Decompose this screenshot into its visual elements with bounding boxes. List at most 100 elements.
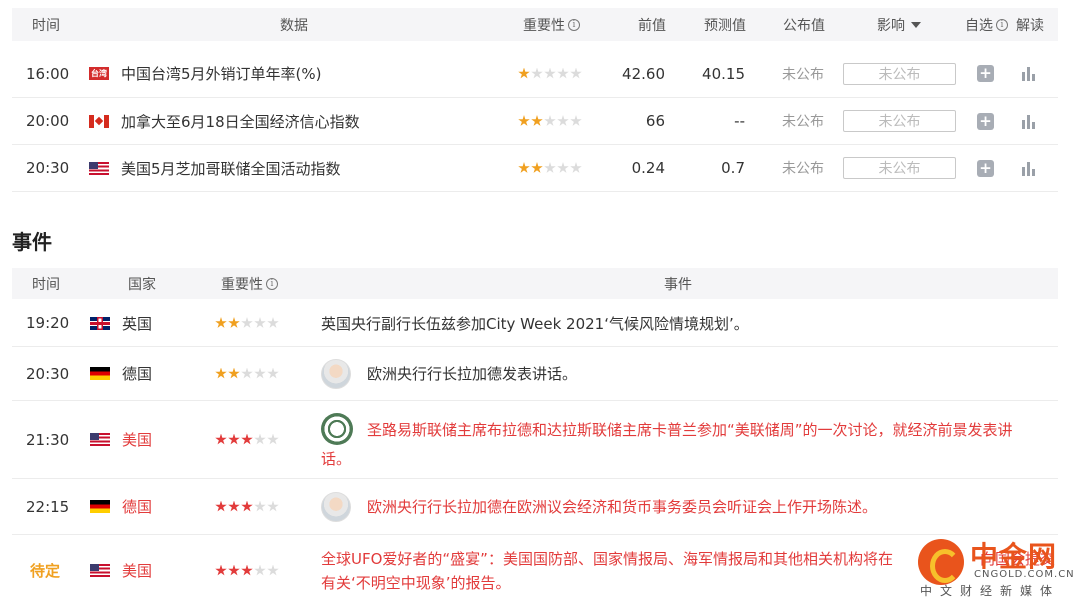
uk-flag-icon — [90, 316, 110, 330]
row-forecast: 0.7 — [721, 159, 745, 177]
importance-stars — [518, 98, 582, 144]
star-rating — [518, 162, 582, 174]
col-importance: 重要性 i — [523, 8, 580, 41]
col-impact[interactable]: 影响 — [877, 8, 921, 41]
row-actual: 未公布 — [782, 66, 824, 83]
star-icon — [531, 67, 543, 79]
event-text-wrap: 欧洲央行行长拉加德发表讲话。 — [321, 347, 577, 400]
bar-chart-icon[interactable] — [1022, 66, 1038, 81]
add-watch-button[interactable]: + — [977, 159, 994, 177]
calendar-row: 16:00 台湾 中国台湾5月外销订单年率(%) 42.60 40.15 未公布… — [12, 50, 1058, 98]
row-country: 美国 — [90, 535, 152, 606]
add-watch-button[interactable]: + — [977, 65, 994, 82]
star-icon — [518, 67, 530, 79]
row-country: 英国 — [90, 300, 152, 346]
importance-stars — [215, 479, 279, 534]
importance-stars — [215, 300, 279, 346]
star-icon — [228, 433, 240, 445]
info-icon[interactable]: i — [996, 18, 1008, 31]
info-icon[interactable]: i — [266, 277, 278, 290]
col-data: 数据 — [280, 17, 308, 34]
star-icon — [254, 317, 266, 328]
row-previous: 0.24 — [631, 159, 665, 177]
star-icon — [570, 67, 582, 79]
col-time: 时间 — [32, 17, 60, 34]
star-icon — [228, 564, 240, 576]
col-previous: 前值 — [638, 17, 666, 34]
row-watch: + — [977, 50, 994, 97]
event-row: 19:20 英国 英国央行副行长伍兹参加City Week 2021‘气候风险情… — [12, 300, 1058, 347]
star-icon — [570, 115, 582, 126]
event-text: 欧洲央行行长拉加德发表讲话。 — [367, 365, 578, 383]
star-rating — [518, 67, 582, 80]
star-icon — [254, 433, 266, 445]
row-time: 20:00 — [26, 112, 70, 130]
row-impact: 未公布 — [843, 98, 956, 144]
row-country: 德国 — [90, 479, 152, 534]
row-time: 16:00 — [26, 64, 70, 83]
star-rating — [215, 500, 279, 513]
event-text: 英国央行副行长伍兹参加City Week 2021‘气候风险情境规划’。 — [321, 314, 749, 333]
row-analysis — [1022, 145, 1038, 191]
bar-chart-icon[interactable] — [1022, 161, 1038, 176]
star-icon — [254, 564, 266, 576]
fed-seal-icon — [321, 413, 367, 445]
row-time: 待定 — [30, 562, 61, 580]
event-row: 22:15 德国 欧洲央行行长拉加德在欧洲议会经济和货币事务委员会听证会上作开场… — [12, 479, 1058, 535]
importance-stars — [215, 401, 279, 478]
row-time: 19:20 — [26, 314, 70, 332]
bar-chart-icon[interactable] — [1022, 114, 1038, 129]
star-icon — [254, 367, 266, 379]
col-watch: 自选 i — [965, 8, 1008, 41]
events-header: 时间 国家 重要性 i 事件 — [12, 268, 1058, 299]
star-icon — [215, 564, 227, 576]
col-country: 国家 — [128, 276, 156, 293]
row-impact: 未公布 — [843, 50, 956, 97]
col-event: 事件 — [664, 276, 692, 293]
row-analysis — [1022, 50, 1038, 97]
star-icon — [544, 67, 556, 79]
importance-stars — [518, 145, 582, 191]
star-rating — [215, 564, 279, 577]
event-row: 21:30 美国 圣路易斯联储主席布拉德和达拉斯联储主席卡普兰参加“美联储周”的… — [12, 401, 1058, 479]
col-importance-label: 重要性 — [221, 276, 263, 293]
impact-box: 未公布 — [843, 110, 956, 132]
event-text-line2: 有关‘不明空中现象’的报告。 — [321, 574, 511, 592]
germany-flag-icon — [90, 500, 110, 513]
row-previous: 66 — [645, 112, 665, 130]
star-icon — [241, 317, 253, 328]
star-icon — [215, 500, 227, 512]
star-icon — [544, 115, 556, 126]
row-actual: 未公布 — [782, 161, 824, 177]
row-country-text: 美国 — [122, 562, 153, 580]
row-country-text: 美国 — [122, 431, 153, 449]
caret-down-icon — [911, 21, 921, 28]
star-icon — [518, 162, 530, 173]
col-forecast: 预测值 — [704, 17, 746, 34]
col-impact-label: 影响 — [877, 17, 905, 34]
add-watch-button[interactable]: + — [977, 112, 994, 130]
row-country-text: 德国 — [122, 365, 153, 383]
info-icon[interactable]: i — [568, 18, 580, 31]
star-icon — [267, 367, 279, 379]
col-analysis: 解读 — [1016, 17, 1044, 34]
usa-flag-icon — [89, 161, 109, 175]
cngold-logo: 中金网 CNGOLD.COM.CN 中文财经新媒体 — [918, 537, 1074, 599]
star-rating — [215, 433, 279, 446]
event-text-wrap: 欧洲央行行长拉加德在欧洲议会经济和货币事务委员会听证会上作开场陈述。 — [321, 479, 877, 534]
star-icon — [570, 162, 582, 173]
germany-flag-icon — [90, 367, 110, 380]
star-icon — [215, 317, 227, 328]
importance-stars — [215, 535, 279, 606]
star-icon — [228, 367, 240, 379]
usa-flag-icon — [90, 433, 110, 446]
star-icon — [518, 115, 530, 126]
row-time: 22:15 — [26, 497, 70, 516]
row-previous: 42.60 — [622, 64, 665, 83]
star-icon — [241, 500, 253, 512]
star-icon — [254, 500, 266, 512]
row-country-text: 德国 — [122, 498, 153, 516]
impact-box: 未公布 — [843, 157, 956, 179]
row-name-text: 美国5月芝加哥联储全国活动指数 — [121, 159, 341, 178]
events-title: 事件 — [12, 230, 52, 254]
